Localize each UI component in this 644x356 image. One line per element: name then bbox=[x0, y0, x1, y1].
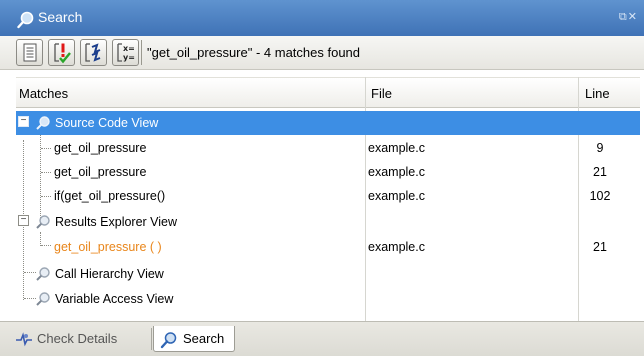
expand-branches-icon bbox=[85, 43, 101, 62]
match-label: get_oil_pressure bbox=[54, 141, 147, 155]
line-cell: 21 bbox=[593, 240, 607, 254]
tab-check-details[interactable]: Check Details bbox=[9, 326, 152, 352]
table-row[interactable]: get_oil_pressure example.c 21 bbox=[16, 160, 640, 184]
svg-text:y=: y= bbox=[123, 53, 135, 62]
search-icon bbox=[36, 116, 50, 130]
tree-node-results-explorer-view[interactable]: − Results Explorer View bbox=[16, 210, 640, 234]
search-toolbar: x= y= "get_oil_pressure" - 4 matches fou… bbox=[0, 36, 644, 70]
window-controls[interactable]: ⧉✕ bbox=[619, 10, 638, 24]
file-cell: example.c bbox=[368, 240, 425, 254]
document-button[interactable] bbox=[16, 39, 43, 66]
match-label: get_oil_pressure bbox=[54, 165, 147, 179]
file-cell: example.c bbox=[368, 189, 425, 203]
svg-text:x=: x= bbox=[123, 44, 135, 53]
column-header-matches[interactable]: Matches bbox=[19, 86, 68, 101]
tab-search[interactable]: Search bbox=[153, 326, 235, 352]
error-check-button[interactable] bbox=[48, 39, 75, 66]
table-header: Matches File Line bbox=[16, 77, 640, 108]
error-check-icon bbox=[54, 43, 71, 64]
tab-separator bbox=[151, 328, 152, 350]
match-label: Results Explorer View bbox=[55, 215, 178, 229]
header-divider[interactable] bbox=[365, 77, 366, 108]
window-title: Search bbox=[38, 9, 83, 25]
tab-label: Check Details bbox=[37, 331, 118, 346]
match-label: Source Code View bbox=[55, 116, 159, 130]
title-bar: Search ⧉✕ bbox=[0, 0, 644, 36]
tab-label: Search bbox=[183, 331, 225, 346]
search-icon bbox=[17, 11, 34, 29]
view-tabs: Check Details Search bbox=[0, 321, 644, 356]
check-details-icon bbox=[16, 332, 32, 347]
match-label: Call Hierarchy View bbox=[55, 267, 164, 281]
variable-xy-button[interactable]: x= y= bbox=[112, 39, 139, 66]
table-row[interactable]: get_oil_pressure ( ) example.c 21 bbox=[16, 235, 640, 259]
match-label: get_oil_pressure ( ) bbox=[54, 240, 162, 254]
search-window: Search ⧉✕ x= y= "get_oil_pressure" - 4 m… bbox=[0, 0, 644, 356]
match-label: if(get_oil_pressure() bbox=[54, 189, 166, 203]
tree-node-variable-access-view[interactable]: Variable Access View bbox=[16, 287, 640, 311]
tree-node-source-code-view[interactable]: − Source Code View bbox=[16, 111, 640, 135]
search-status: "get_oil_pressure" - 4 matches found bbox=[147, 45, 361, 60]
variable-xy-icon: x= y= bbox=[117, 43, 135, 62]
search-icon bbox=[36, 267, 50, 281]
collapse-toggle[interactable]: − bbox=[18, 116, 29, 127]
file-cell: example.c bbox=[368, 141, 425, 155]
match-label: Variable Access View bbox=[55, 292, 174, 306]
toolbar-separator bbox=[141, 40, 142, 65]
tree-node-call-hierarchy-view[interactable]: Call Hierarchy View bbox=[16, 262, 640, 286]
search-icon bbox=[36, 215, 50, 229]
results-table: Matches File Line − Source Code View get… bbox=[0, 70, 644, 321]
line-cell: 21 bbox=[593, 165, 607, 179]
header-divider[interactable] bbox=[578, 77, 579, 108]
line-cell: 9 bbox=[596, 141, 604, 155]
search-icon bbox=[36, 292, 50, 306]
column-header-file[interactable]: File bbox=[371, 86, 392, 101]
table-row[interactable]: if(get_oil_pressure() example.c 102 bbox=[16, 184, 640, 208]
table-row[interactable]: get_oil_pressure example.c 9 bbox=[16, 136, 640, 160]
search-icon bbox=[160, 332, 177, 349]
document-icon bbox=[23, 43, 37, 62]
expand-branches-button[interactable] bbox=[80, 39, 107, 66]
column-header-line[interactable]: Line bbox=[585, 86, 610, 101]
file-cell: example.c bbox=[368, 165, 425, 179]
collapse-toggle[interactable]: − bbox=[18, 215, 29, 226]
line-cell: 102 bbox=[589, 189, 611, 203]
